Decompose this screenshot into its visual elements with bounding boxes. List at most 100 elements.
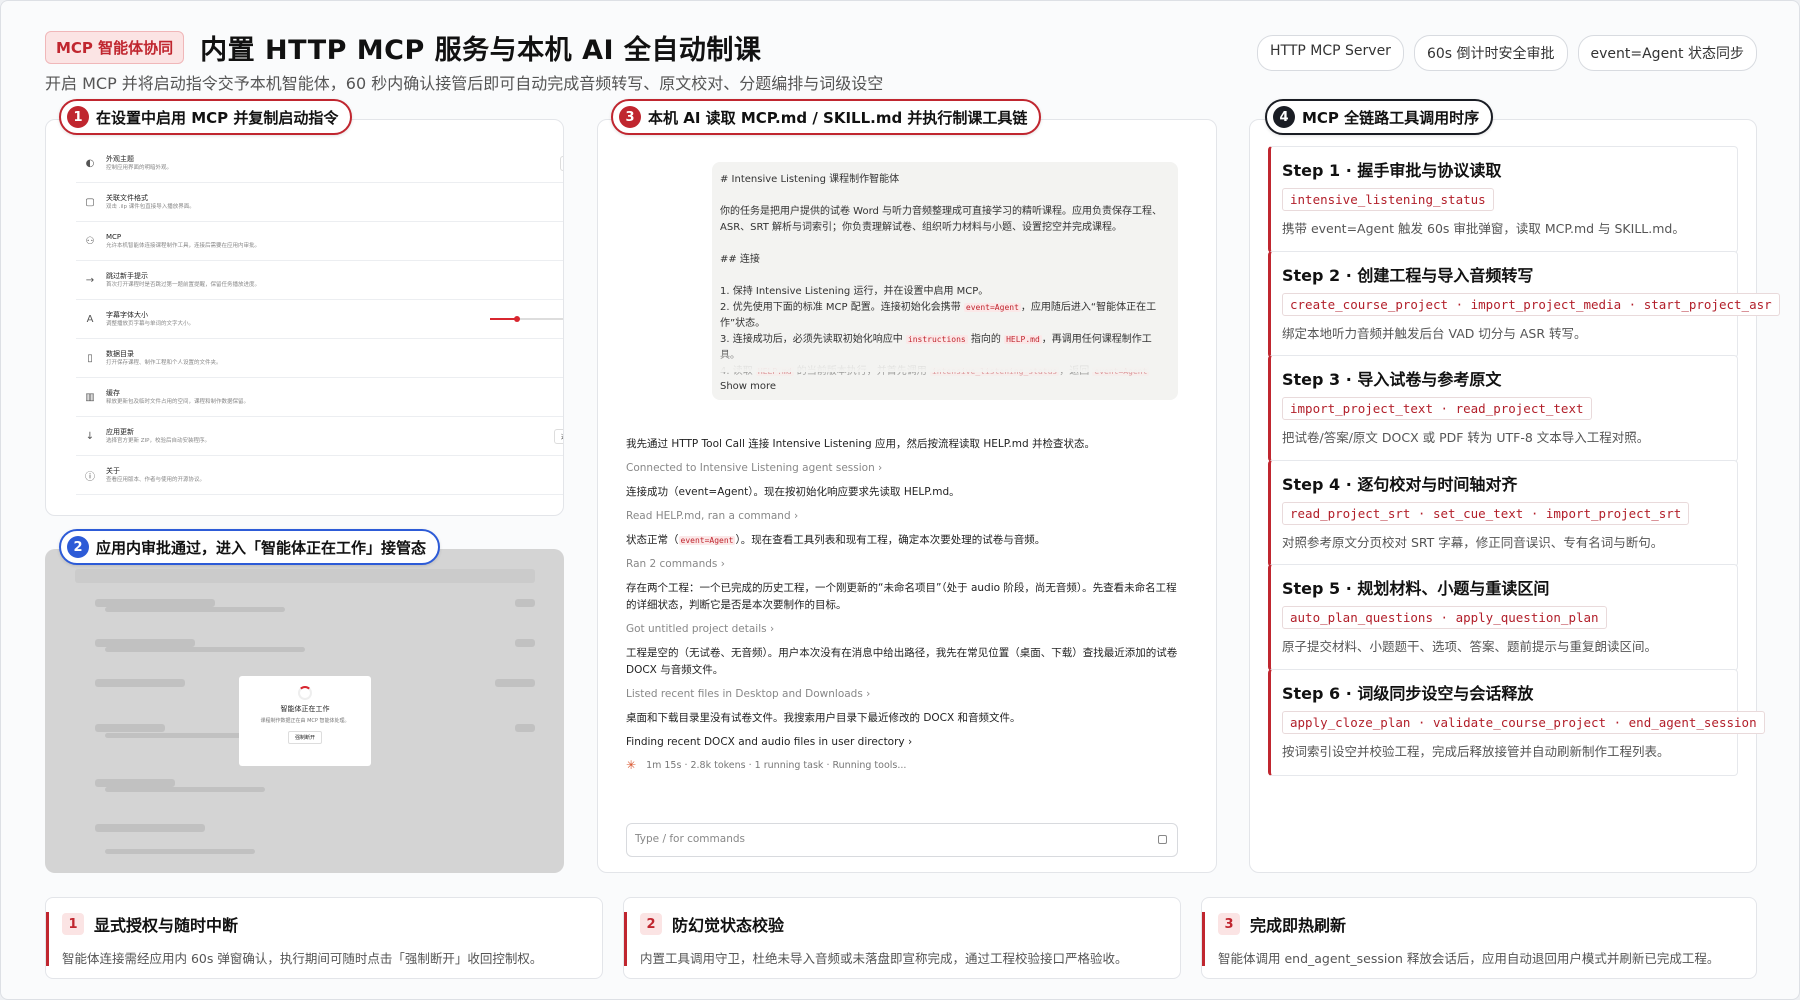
tool-call-summary[interactable]: Read HELP.md, ran a command › <box>626 508 1186 525</box>
step-card: Step 2 · 创建工程与导入音频转写 create_course_projec… <box>1268 250 1780 358</box>
settings-button[interactable]: 选择更新包 <box>553 428 563 444</box>
agent-working-panel: 智能体正在工作 课程制作数据正在由 MCP 智能体处理。 强制断开 <box>45 549 564 873</box>
settings-row: ▢ 关联文件格式 双击 .ilp 课件包直接导入播放界面。 <box>76 183 563 222</box>
file-icon: ▢ <box>85 196 95 208</box>
step-tools: read_project_srt · set_cue_text · import… <box>1282 501 1690 525</box>
step-title: Step 2 · 创建工程与导入音频转写 <box>1282 265 1534 285</box>
settings-row-title: MCP <box>106 232 122 241</box>
settings-row-title: 数据目录 <box>106 349 134 358</box>
run-status-text: 1m 15s · 2.8k tokens · 1 running task · … <box>646 759 907 771</box>
settings-row-title: 关联文件格式 <box>106 193 148 202</box>
step-card: Step 6 · 词级同步设空与会话释放 apply_cloze_plan · v… <box>1268 668 1765 776</box>
settings-row: A字幕字体大小调整播放页字幕与单词的文字大小。18 <box>76 300 563 339</box>
command-input-placeholder: Type / for commands <box>635 833 745 845</box>
step-tools: intensive_listening_status <box>1282 188 1494 211</box>
agent-message: 我先通过 HTTP Tool Call 连接 Intensive Listeni… <box>626 438 1095 450</box>
chip-event-sync: event=Agent 状态同步 <box>1577 35 1757 71</box>
prompt-line-2: 2. 优先使用下面的标准 MCP 配置。连接初始化会携带 event=Agent… <box>720 302 1157 329</box>
prompt-line: ## 连接 <box>720 254 760 265</box>
tool-sequence-panel: Step 1 · 握手审批与协议读取 intensive_listening_st… <box>1249 119 1780 873</box>
trash-icon: ▥ <box>85 391 95 403</box>
command-input[interactable]: Type / for commands <box>626 823 1178 857</box>
stop-icon[interactable] <box>1158 835 1167 844</box>
feature-card-refresh: 3 完成即热刷新 智能体调用 end_agent_session 释放会话后，应用… <box>1201 897 1757 979</box>
settings-list: ◐ 外观主题控制应用界面的明暗外观。 跟随系统 ▢ 关联文件格式双击 .ilp 课件包直… <box>76 144 563 495</box>
step-tools: create_course_project · import_project_m… <box>1282 292 1780 316</box>
settings-button[interactable]: 跟随系统 <box>559 155 563 171</box>
header: MCP 智能体协同 内置 HTTP MCP 服务与本机 AI 全自动制课 <box>45 27 761 67</box>
panel1-number: 1 <box>67 106 89 128</box>
panel3-label-text: 本机 AI 读取 MCP.md / SKILL.md 并执行制课工具链 <box>648 108 1028 127</box>
prompt-line: # Intensive Listening 课程制作智能体 <box>720 174 900 185</box>
settings-row: ▥缓存释放更新包及临时文件占用的空间，课程和制作数据保留。清理 <box>76 378 563 417</box>
step-tools: import_project_text · read_project_text <box>1282 397 1592 420</box>
prompt-line: 你的任务是把用户提供的试卷 Word 与听力音频整理成可直接学习的精听课程。应用… <box>720 206 1163 233</box>
step-card: Step 4 · 逐句校对与时间轴对齐 read_project_srt · se… <box>1268 459 1738 567</box>
step-tools: apply_cloze_plan · validate_course_proje… <box>1282 710 1765 734</box>
settings-row-title: 关于 <box>106 466 120 475</box>
settings-panel: ◐ 外观主题控制应用界面的明暗外观。 跟随系统 ▢ 关联文件格式双击 .ilp 课件包直… <box>45 119 564 516</box>
agent-working-modal: 智能体正在工作 课程制作数据正在由 MCP 智能体处理。 强制断开 <box>239 676 371 766</box>
agent-message: 状态正常（ event=Agent ）。现在查看工具列表和现有工程，确定本次要处理的… <box>626 534 1046 546</box>
page-title: 内置 HTTP MCP 服务与本机 AI 全自动制课 <box>200 34 762 66</box>
step-title: Step 5 · 规划材料、小题与重读区间 <box>1282 579 1550 598</box>
settings-row-title: 缓存 <box>106 388 120 397</box>
agent-message: Finding recent DOCX and audio files in u… <box>626 736 913 748</box>
loading-spinner-icon <box>298 686 312 700</box>
settings-row-desc: 允许本机智能体连接课程制作工具，连接后需要在应用内审批。 <box>106 242 261 249</box>
tool-call-summary[interactable]: Ran 2 commands › <box>626 556 1186 573</box>
force-disconnect-button[interactable]: 强制断开 <box>287 731 322 744</box>
step-title: Step 4 · 逐句校对与时间轴对齐 <box>1282 474 1518 494</box>
feature-card-validation: 2 防幻觉状态校验 内置工具调用守卫，杜绝未导入音频或未落盘即宣称完成，通过工程校… <box>623 897 1181 979</box>
agent-chat-panel: # Intensive Listening 课程制作智能体你的任务是把用户提供的… <box>597 119 1217 873</box>
panel2-number: 2 <box>67 536 89 558</box>
skill-prompt-box: # Intensive Listening 课程制作智能体你的任务是把用户提供的… <box>712 162 1178 400</box>
step-title: Step 6 · 词级同步设空与会话释放 <box>1282 683 1534 703</box>
font-size-slider[interactable] <box>490 316 563 322</box>
font-size-icon: A <box>86 313 94 325</box>
panel3-number: 3 <box>619 106 641 128</box>
step-desc: 绑定本地听力音频并触发后台 VAD 切分与 ASR 转写。 <box>1282 325 1587 341</box>
settings-row-desc: 调整播放页字幕与单词的文字大小。 <box>106 320 195 327</box>
feature-card-title: 完成即热刷新 <box>1250 916 1347 935</box>
settings-row-desc: 打开保存课程、制作工程和个人设置的文件夹。 <box>106 359 222 366</box>
feature-card-number: 2 <box>640 913 662 935</box>
agent-icon: ⚇ <box>85 235 95 247</box>
feature-card-authorization: 1 显式授权与随时中断 智能体连接需经应用内 60s 弹窗确认，执行期间可随时点击… <box>45 897 603 979</box>
settings-row-desc: 选择官方更新 ZIP，校验后自动安装程序。 <box>106 437 210 444</box>
settings-row: ⚇ MCP 允许本机智能体连接课程制作工具，连接后需要在应用内审批。 <box>76 222 563 261</box>
chip-approval: 60s 倒计时安全审批 <box>1413 35 1568 71</box>
feature-card-desc: 智能体调用 end_agent_session 释放会话后，应用自动退回用户模式… <box>1218 951 1720 966</box>
panel4-number: 4 <box>1273 106 1295 128</box>
tool-call-summary[interactable]: Connected to Intensive Listening agent s… <box>626 460 1186 477</box>
tool-call-summary[interactable]: Got untitled project details › <box>626 621 1186 638</box>
chip-http-server: HTTP MCP Server <box>1257 35 1404 71</box>
step-desc: 携带 event=Agent 触发 60s 审批弹窗，读取 MCP.md 与 S… <box>1282 221 1685 236</box>
feature-card-number: 3 <box>1218 913 1240 935</box>
agent-message: 存在两个工程：一个已完成的历史工程，一个刚更新的“未命名项目”（处于 audio… <box>626 582 1177 611</box>
settings-row: ▯数据目录打开保存课程、制作工程和个人设置的文件夹。打开 <box>76 339 563 378</box>
step-title: Step 3 · 导入试卷与参考原文 <box>1282 370 1502 389</box>
download-icon: ↓ <box>85 430 95 442</box>
step-desc: 把试卷/答案/原文 DOCX 或 PDF 转为 UTF-8 文本导入工程对照。 <box>1282 430 1650 445</box>
show-more-link[interactable]: Show more <box>720 381 776 392</box>
modal-title: 智能体正在工作 <box>280 705 330 713</box>
settings-row: ⓘ关于查看应用版本、作者与使用的开源协议。查看 <box>76 456 563 495</box>
step-card: Step 1 · 握手审批与协议读取 intensive_listening_st… <box>1268 146 1738 253</box>
arrow-right-icon: → <box>85 274 95 286</box>
page-subtitle: 开启 MCP 并将启动指令交予本机智能体，60 秒内确认接管后即可自动完成音频转… <box>45 74 884 93</box>
settings-row-desc: 首次打开课程时是否跳过第一题前置提醒，保留任务播放进度。 <box>106 281 261 288</box>
feature-card-desc: 内置工具调用守卫，杜绝未导入音频或未落盘即宣称完成，通过工程校验接口严格验收。 <box>640 951 1128 966</box>
prompt-line: 1. 保持 Intensive Listening 运行，并在设置中启用 MCP… <box>720 286 989 297</box>
feature-chips: HTTP MCP Server 60s 倒计时安全审批 event=Agent … <box>1257 35 1757 71</box>
brand-badge: MCP 智能体协同 <box>45 30 185 64</box>
prompt-line <box>720 236 1170 252</box>
page: MCP 智能体协同 内置 HTTP MCP 服务与本机 AI 全自动制课 开启 … <box>0 0 1800 1000</box>
panel1-label-text: 在设置中启用 MCP 并复制启动指令 <box>96 108 339 127</box>
settings-row-title: 字幕字体大小 <box>106 310 148 319</box>
feature-card-desc: 智能体连接需经应用内 60s 弹窗确认，执行期间可随时点击「强制断开」收回控制权… <box>62 951 543 966</box>
panel3-label: 3 本机 AI 读取 MCP.md / SKILL.md 并执行制课工具链 <box>611 99 1042 135</box>
settings-row-desc: 查看应用版本、作者与使用的开源协议。 <box>106 476 206 483</box>
tool-call-summary[interactable]: Listed recent files in Desktop and Downl… <box>626 686 1186 703</box>
settings-row-title: 外观主题 <box>106 154 134 163</box>
